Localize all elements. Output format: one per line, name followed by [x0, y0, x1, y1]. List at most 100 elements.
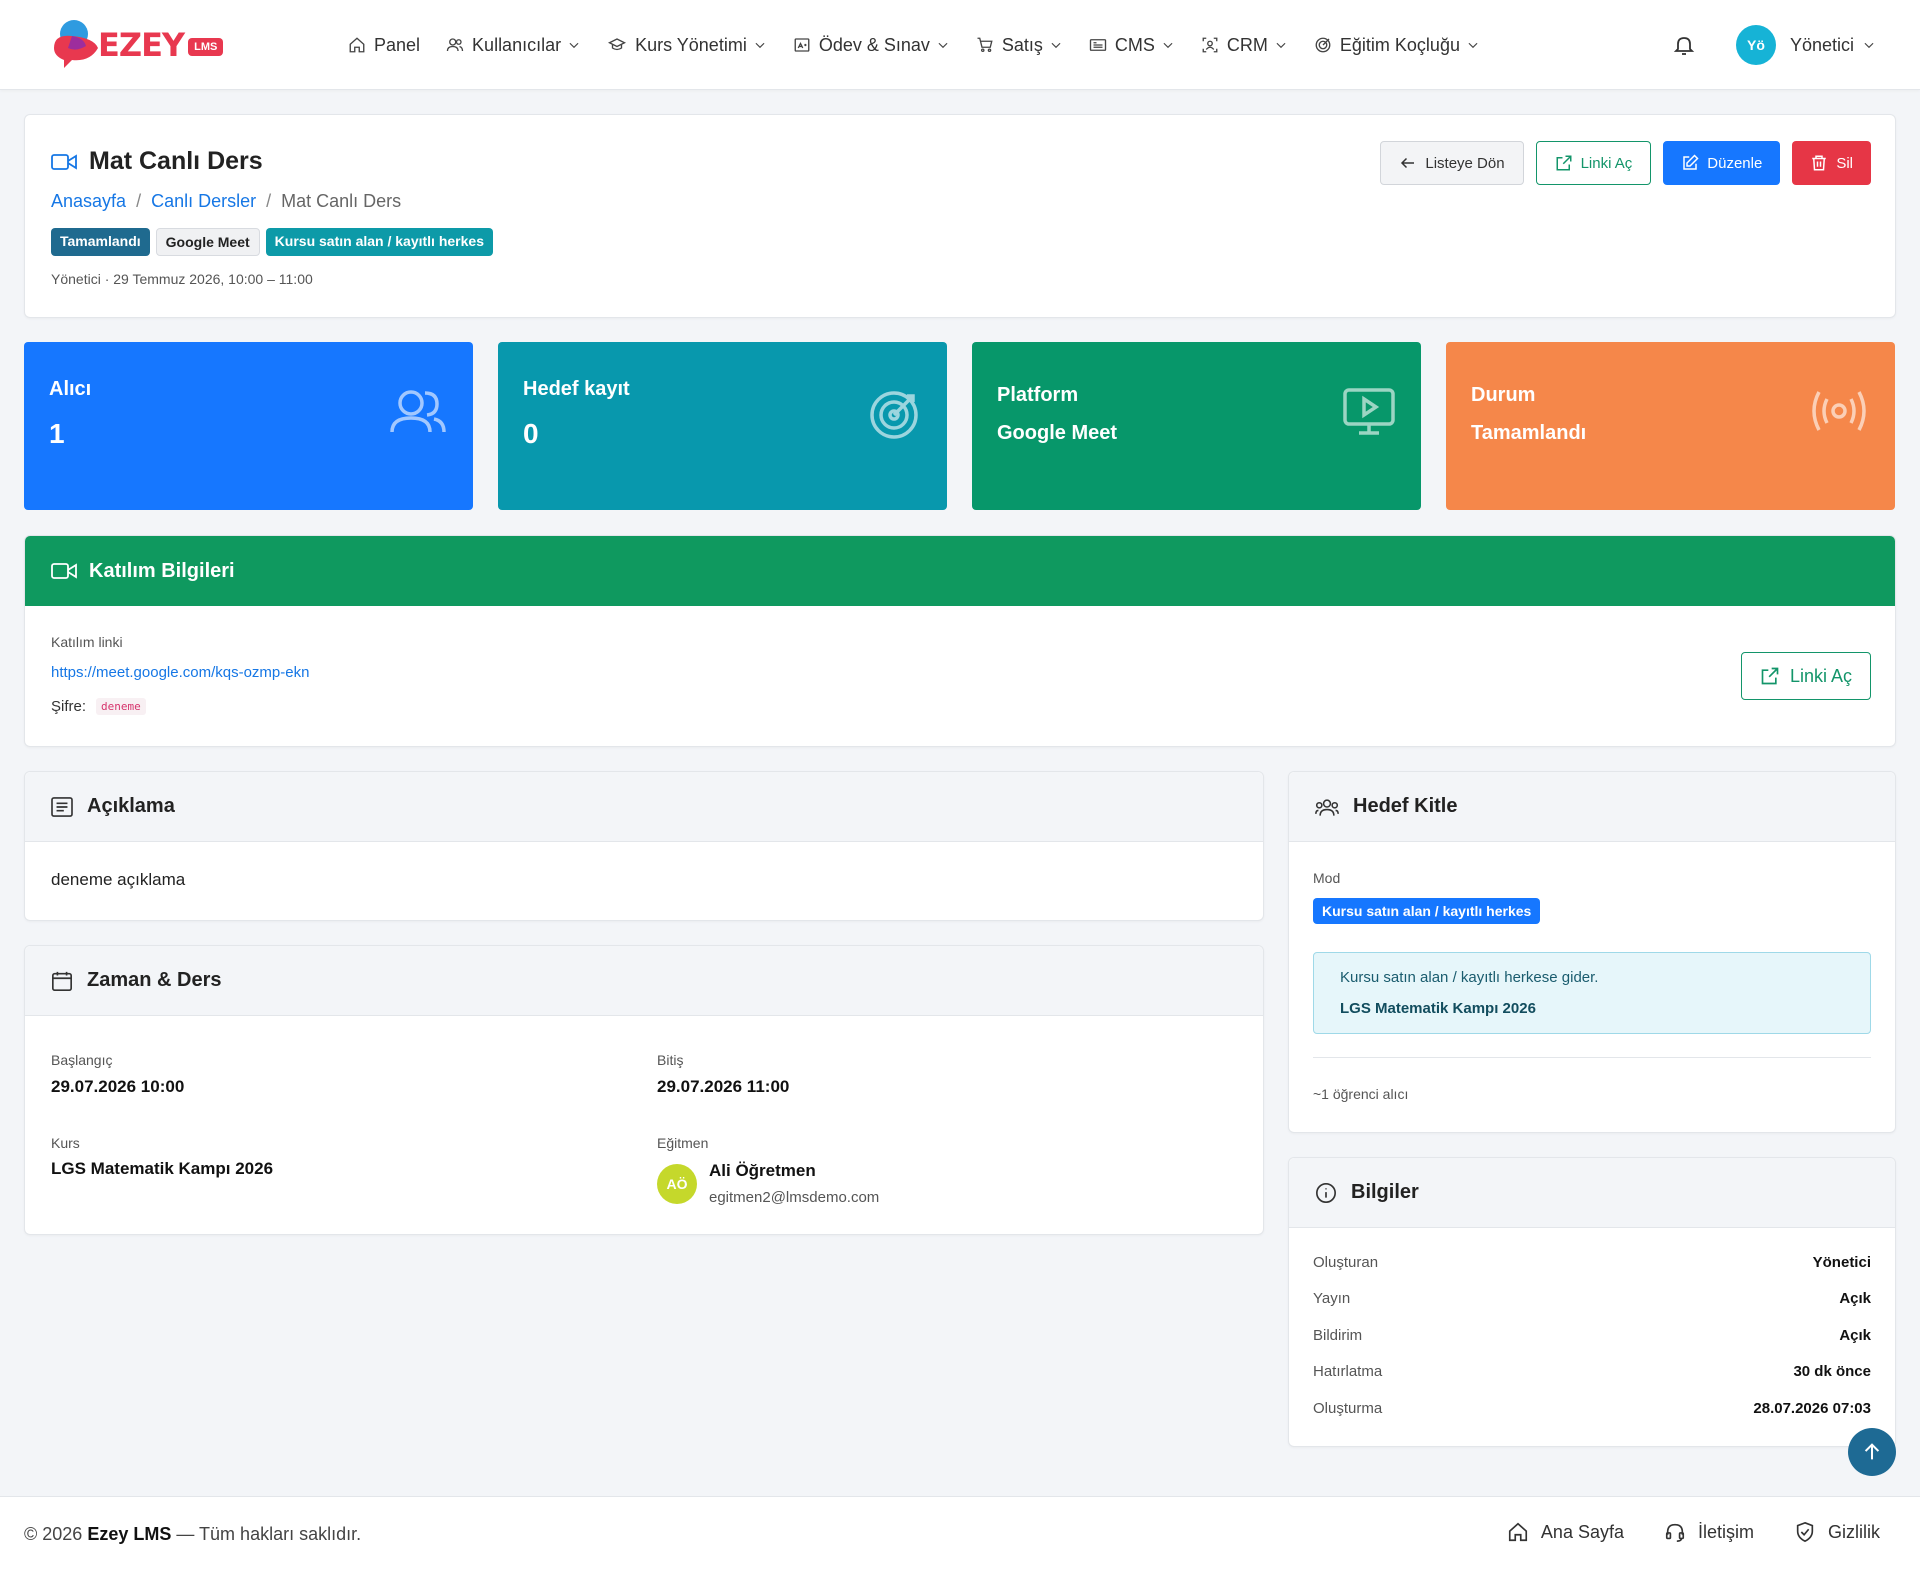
password-value: deneme: [96, 698, 146, 715]
external-link-icon: [1556, 155, 1572, 171]
arrow-left-icon: [1401, 157, 1415, 169]
broadcast-icon: [1812, 391, 1866, 431]
nav-item-crm[interactable]: CRM: [1201, 35, 1288, 56]
nav-item-egitim-koclugu[interactable]: Eğitim Koçluğu: [1314, 35, 1480, 56]
logo[interactable]: EZEY LMS: [50, 18, 224, 72]
headset-icon: [1665, 1523, 1685, 1542]
chevron-down-icon: [1051, 42, 1061, 49]
edit-button[interactable]: Düzenle: [1663, 141, 1781, 185]
audience-badge: Kursu satın alan / kayıtlı herkes: [265, 228, 493, 256]
stat-card-hedef-kayit: Hedef kayıt 0: [498, 342, 947, 510]
target-audience-card: Hedef Kitle Mod Kursu satın alan / kayıt…: [1288, 771, 1896, 1133]
target-icon: [1315, 37, 1331, 53]
breadcrumb-anasayfa[interactable]: Anasayfa: [51, 191, 126, 212]
footer: © 2026 Ezey LMS — Tüm hakları saklıdır. …: [0, 1496, 1920, 1570]
stat-value: 1: [49, 418, 65, 449]
nav-label: Kullanıcılar: [472, 34, 562, 55]
nav-item-satis[interactable]: Satış: [976, 35, 1063, 56]
avatar: Yö: [1736, 25, 1776, 65]
description-header: Açıklama: [25, 772, 1263, 842]
course-value: LGS Matematik Kampı 2026: [51, 1159, 274, 1178]
status-badge: Tamamlandı: [51, 228, 150, 256]
end-label: Bitiş: [657, 1052, 684, 1068]
nav-label: Satış: [1001, 34, 1043, 55]
schedule-header: Zaman & Ders: [25, 946, 1263, 1016]
nav-label: Eğitim Koçluğu: [1339, 34, 1460, 55]
brand-name: EZEY: [98, 26, 185, 64]
graduation-cap-icon: [608, 38, 627, 51]
cart-icon: [977, 37, 993, 53]
chevron-down-icon: [1163, 42, 1173, 49]
page-title-text: Mat Canlı Ders: [89, 147, 263, 175]
crm-icon: [1202, 37, 1218, 53]
brand-badge: LMS: [188, 38, 224, 56]
nav-item-odev-sinav[interactable]: Ödev & Sınav: [793, 35, 950, 56]
breadcrumb: Anasayfa / Canlı Dersler / Mat Canlı Der…: [51, 191, 402, 212]
status-badges: Tamamlandı Google Meet Kursu satın alan …: [51, 228, 499, 256]
page-title: Mat Canlı Ders: [51, 147, 263, 176]
info-row: Bildirim Açık: [1313, 1327, 1871, 1344]
info-icon: [1316, 1182, 1336, 1203]
stat-card-alici: Alıcı 1: [24, 342, 473, 510]
footer-links: Ana Sayfa İletişim Gizlilik: [1467, 1521, 1880, 1543]
stat-value: Google Meet: [997, 422, 1118, 444]
chevron-down-icon: [1864, 42, 1874, 49]
users-icon: [390, 390, 446, 433]
delete-button[interactable]: Sil: [1792, 141, 1871, 185]
copyright: © 2026 Ezey LMS — Tüm hakları saklıdır.: [24, 1524, 362, 1544]
open-link-button[interactable]: Linki Aç: [1740, 652, 1871, 700]
stat-label: Alıcı: [49, 378, 92, 400]
chevron-down-icon: [1468, 42, 1478, 49]
nav-item-kurs-yonetimi[interactable]: Kurs Yönetimi: [607, 35, 767, 56]
user-menu[interactable]: Yö Yönetici: [1736, 25, 1876, 65]
footer-link-contact[interactable]: İletişim: [1664, 1521, 1754, 1543]
calendar-icon: [52, 971, 72, 991]
nav-item-cms[interactable]: CMS: [1089, 35, 1175, 56]
users-icon: [1315, 798, 1339, 816]
footer-link-privacy[interactable]: Gizlilik: [1794, 1521, 1880, 1543]
info-card: Bilgiler Oluşturan Yönetici Yayın Açık Bil…: [1288, 1157, 1896, 1447]
start-label: Başlangıç: [51, 1052, 113, 1068]
footer-link-home[interactable]: Ana Sayfa: [1507, 1521, 1624, 1543]
back-to-list-button[interactable]: Listeye Dön: [1380, 141, 1524, 185]
video-camera-icon: [51, 153, 77, 170]
nav-item-kullanicilar[interactable]: Kullanıcılar: [446, 35, 581, 56]
avatar: AÖ: [657, 1163, 697, 1204]
nav-label: Kurs Yönetimi: [635, 34, 747, 55]
notifications-button[interactable]: [1672, 33, 1696, 57]
scroll-to-top-button[interactable]: [1848, 1428, 1896, 1476]
nav-label: CRM: [1226, 34, 1268, 55]
instructor-email: egitmen2@lmsdemo.com: [709, 1189, 880, 1206]
mode-badge: Kursu satın alan / kayıtlı herkes: [1313, 898, 1541, 924]
chevron-down-icon: [569, 42, 579, 49]
nav-label: CMS: [1114, 34, 1155, 55]
text-lines-icon: [51, 796, 73, 817]
password-row: Şifre: deneme: [51, 698, 146, 715]
breadcrumb-canli-dersler[interactable]: Canlı Dersler: [151, 191, 256, 212]
external-link-icon: [1761, 667, 1779, 685]
description-card: Açıklama deneme açıklama: [24, 771, 1264, 921]
chevron-down-icon: [755, 42, 765, 49]
nav-item-panel[interactable]: Panel: [348, 35, 420, 56]
home-icon: [349, 37, 365, 53]
platform-badge: Google Meet: [155, 228, 260, 256]
trash-icon: [1812, 155, 1827, 171]
nav-label: Panel: [374, 34, 421, 55]
instructor: AÖ Ali Öğretmen egitmen2@lmsdemo.com: [657, 1161, 879, 1206]
instructor-label: Eğitmen: [657, 1135, 709, 1151]
shield-check-icon: [1796, 1521, 1814, 1543]
stat-card-durum: Durum Tamamlandı: [1446, 342, 1895, 510]
arrow-up-icon: [1864, 1443, 1880, 1460]
top-navbar: EZEY LMS Panel Kullanıcılar Kurs Yönetim…: [0, 0, 1920, 90]
stat-value: 0: [523, 418, 539, 449]
stat-card-platform: Platform Google Meet: [972, 342, 1421, 510]
header-actions: Listeye Dön Linki Aç Düzenle Sil: [1368, 141, 1871, 185]
stat-label: Durum: [1471, 384, 1536, 406]
breadcrumb-current: Mat Canlı Ders: [281, 191, 402, 211]
audience-info-text: Kursu satın alan / kayıtlı herkese gider…: [1340, 969, 1599, 986]
open-link-button[interactable]: Linki Aç: [1535, 141, 1652, 185]
attendance-header: Katılım Bilgileri: [25, 536, 1895, 606]
join-link[interactable]: https://meet.google.com/kqs-ozmp-ekn: [51, 664, 309, 681]
description-text: deneme açıklama: [51, 870, 186, 889]
bell-icon: [1673, 37, 1695, 55]
